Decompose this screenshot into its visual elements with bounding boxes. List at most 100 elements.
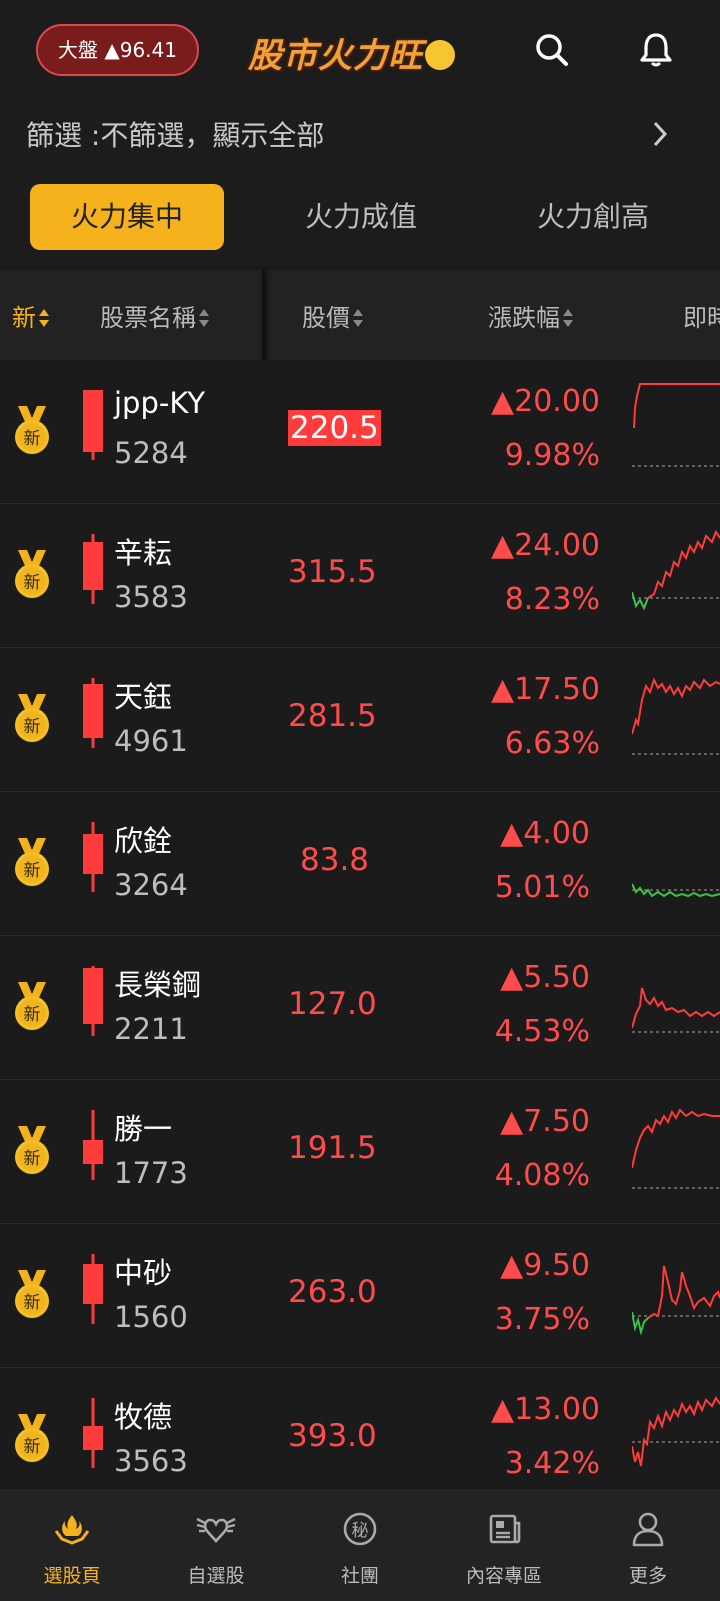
winged-heart-icon — [196, 1517, 236, 1543]
candlestick-icon — [83, 534, 103, 604]
stock-code: 3583 — [114, 580, 188, 614]
percent-change: 8.23% — [504, 582, 600, 617]
svg-text:新: 新 — [24, 717, 41, 737]
column-change-label: 漲跌幅 — [488, 304, 560, 332]
column-new[interactable]: 新 — [12, 298, 50, 333]
stock-price: 127.0 — [288, 986, 377, 1022]
stock-code: 3264 — [114, 868, 188, 902]
stock-name: 牧德 — [114, 1400, 173, 1434]
table-row[interactable]: 新 長榮鋼 2211 127.0 ▲5.50 4.53% — [0, 936, 720, 1080]
candlestick-icon — [83, 1254, 103, 1324]
app-title-text: 股市火力旺 — [248, 36, 423, 76]
tab-fire-turnover[interactable]: 火力成值 — [264, 184, 458, 250]
intraday-sparkline — [632, 1396, 720, 1467]
column-realtime-label: 即時 — [683, 304, 720, 332]
price-change: ▲17.50 — [491, 672, 600, 707]
nav-label: 選股頁 — [43, 1565, 101, 1587]
stock-code: 1773 — [114, 1156, 188, 1190]
tab-bar: 火力集中 火力成值 火力創高 — [0, 170, 720, 266]
nav-label: 內容專區 — [465, 1565, 542, 1587]
price-change: ▲20.00 — [491, 384, 600, 419]
percent-change: 3.75% — [494, 1302, 590, 1337]
new-medal-icon: 新 — [15, 1270, 49, 1318]
bell-icon[interactable] — [636, 30, 676, 70]
column-realtime[interactable]: 即時 — [683, 298, 720, 333]
percent-change: 6.63% — [504, 726, 600, 761]
column-change[interactable]: 漲跌幅 — [488, 298, 574, 333]
candlestick-icon — [83, 1110, 103, 1180]
nav-more[interactable]: 更多 — [576, 1491, 720, 1601]
table-row[interactable]: 新 天鈺 4961 281.5 ▲17.50 6.63% — [0, 648, 720, 792]
percent-change: 3.42% — [504, 1446, 600, 1481]
sort-icon — [562, 308, 574, 330]
filter-text: 篩選 :不篩選，顯示全部 — [26, 119, 325, 152]
flame-hands-icon — [54, 1515, 90, 1545]
top-bar: 大盤 ▲96.41 股市火力旺 — [0, 0, 720, 100]
svg-text:新: 新 — [24, 861, 41, 881]
search-icon[interactable] — [532, 30, 572, 70]
intraday-sparkline — [632, 1265, 720, 1336]
table-row[interactable]: 新 欣銓 3264 83.8 ▲4.00 5.01% — [0, 792, 720, 936]
nav-community[interactable]: 秘 社團 — [288, 1491, 432, 1601]
new-medal-icon: 新 — [15, 550, 49, 598]
svg-text:新: 新 — [24, 429, 41, 449]
tab-fire-new-high[interactable]: 火力創高 — [496, 184, 690, 250]
candlestick-icon — [83, 1398, 103, 1468]
stock-price: 281.5 — [288, 698, 377, 734]
stock-price: 83.8 — [300, 842, 370, 878]
intraday-sparkline — [632, 383, 720, 467]
intraday-sparkline — [632, 883, 720, 898]
column-price[interactable]: 股價 — [302, 298, 364, 333]
price-change: ▲5.50 — [500, 960, 590, 995]
new-medal-icon: 新 — [15, 982, 49, 1030]
table-row[interactable]: 新 辛耘 3583 315.5 ▲24.00 8.23% — [0, 504, 720, 648]
candlestick-icon — [83, 966, 103, 1036]
candlestick-icon — [83, 678, 103, 748]
price-change: ▲7.50 — [500, 1104, 590, 1139]
stock-code: 5284 — [114, 436, 188, 470]
column-price-label: 股價 — [302, 304, 350, 332]
market-index-pill[interactable]: 大盤 ▲96.41 — [36, 24, 199, 76]
table-row[interactable]: 新 中砂 1560 263.0 ▲9.50 3.75% — [0, 1224, 720, 1368]
intraday-sparkline — [632, 529, 720, 611]
svg-text:新: 新 — [24, 1149, 41, 1169]
sort-icon — [198, 308, 210, 330]
stock-name: 長榮鋼 — [114, 968, 202, 1002]
stock-price: 263.0 — [288, 1274, 377, 1310]
table-row[interactable]: 新 勝一 1773 191.5 ▲7.50 4.08% — [0, 1080, 720, 1224]
chevron-right-icon[interactable] — [652, 120, 668, 152]
svg-text:秘: 秘 — [352, 1521, 369, 1541]
intraday-sparkline — [632, 1108, 720, 1189]
stock-price: 315.5 — [288, 554, 377, 590]
app-title: 股市火力旺 — [248, 28, 455, 77]
person-icon — [632, 1512, 664, 1547]
new-medal-icon: 新 — [15, 1414, 49, 1462]
stock-name: 欣銓 — [114, 824, 173, 858]
percent-change: 5.01% — [494, 870, 590, 905]
stock-code: 1560 — [114, 1300, 188, 1334]
nav-label: 自選股 — [187, 1565, 245, 1587]
percent-change: 4.53% — [494, 1014, 590, 1049]
percent-change: 9.98% — [504, 438, 600, 473]
filter-bar[interactable]: 篩選 :不篩選，顯示全部 — [0, 100, 720, 170]
stock-name: 辛耘 — [114, 536, 173, 570]
nav-content[interactable]: 內容專區 — [432, 1491, 576, 1601]
secret-circle-icon: 秘 — [343, 1512, 377, 1546]
nav-watchlist[interactable]: 自選股 — [144, 1491, 288, 1601]
stock-name: jpp-KY — [114, 386, 206, 420]
price-change: ▲9.50 — [500, 1248, 590, 1283]
newspaper-icon — [489, 1514, 521, 1544]
new-medal-icon: 新 — [15, 838, 49, 886]
new-medal-icon: 新 — [15, 694, 49, 742]
stock-name: 天鈺 — [114, 680, 173, 714]
svg-text:新: 新 — [24, 1437, 41, 1457]
stock-price: 220.5 — [288, 410, 381, 446]
intraday-sparkline — [632, 677, 720, 755]
table-row[interactable]: 新 jpp-KY 5284 220.5 ▲20.00 9.98% — [0, 360, 720, 504]
new-medal-icon: 新 — [15, 1126, 49, 1174]
nav-stock-picker[interactable]: 選股頁 — [0, 1491, 144, 1601]
column-name[interactable]: 股票名稱 — [100, 298, 210, 333]
tab-fire-focus[interactable]: 火力集中 — [30, 184, 224, 250]
stock-name: 中砂 — [114, 1256, 173, 1290]
nav-label: 更多 — [628, 1565, 667, 1587]
